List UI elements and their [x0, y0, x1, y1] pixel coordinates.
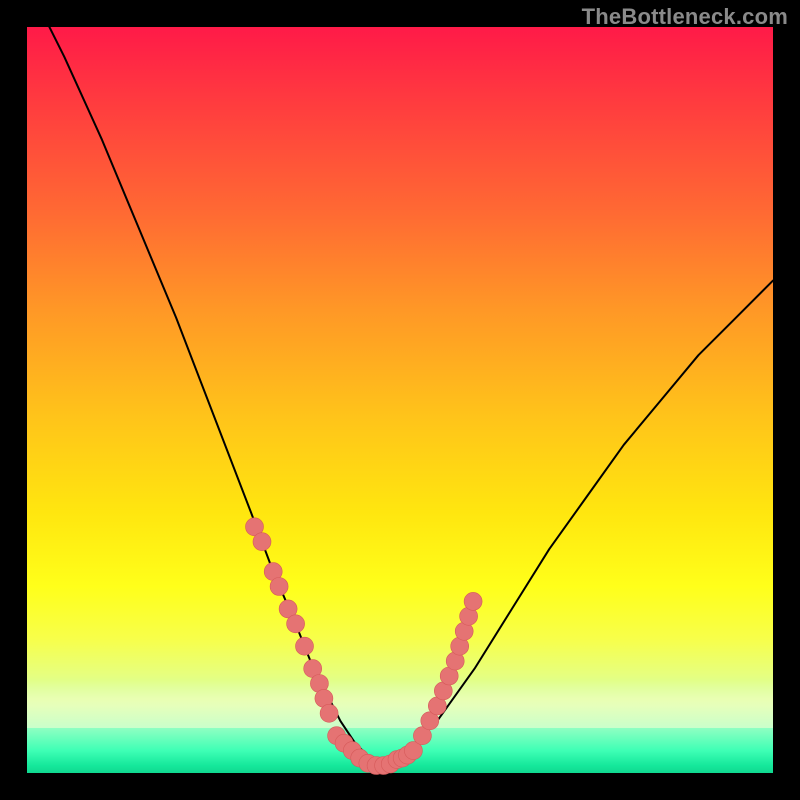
watermark-text: TheBottleneck.com: [582, 4, 788, 30]
data-marker: [464, 592, 482, 610]
data-marker: [253, 533, 271, 551]
chart-frame: TheBottleneck.com: [0, 0, 800, 800]
chart-svg: [27, 27, 773, 773]
data-marker: [320, 704, 338, 722]
data-markers: [246, 518, 483, 775]
data-marker: [296, 637, 314, 655]
plot-area: [27, 27, 773, 773]
bottleneck-curve: [27, 0, 773, 765]
data-marker: [287, 615, 305, 633]
data-marker: [270, 578, 288, 596]
